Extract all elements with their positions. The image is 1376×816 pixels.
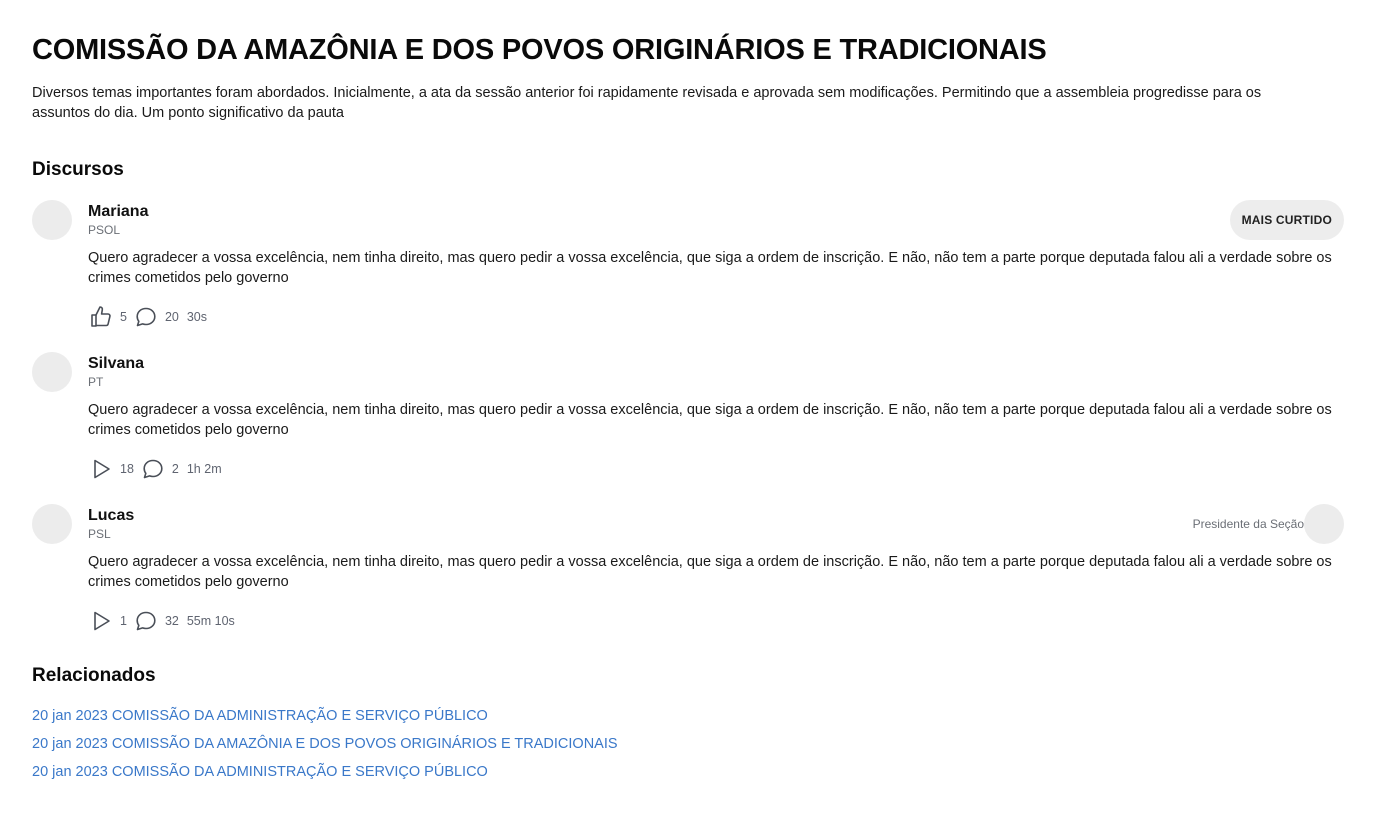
president-label: Presidente da Seção xyxy=(1192,517,1304,531)
comment-count: 2 xyxy=(171,462,179,476)
reaction-count: 5 xyxy=(120,310,127,324)
speech-meta: 1 32 55m 10s xyxy=(88,608,1344,634)
session-description: Diversos temas importantes foram abordad… xyxy=(32,85,1262,121)
speech-item[interactable]: Mariana PSOL Quero agradecer a vossa exc… xyxy=(32,200,1344,330)
relacionados-heading: Relacionados xyxy=(32,665,156,686)
play-icon[interactable] xyxy=(88,456,114,482)
speech-meta: 18 2 1h 2m xyxy=(88,456,1344,482)
speech-duration: 55m 10s xyxy=(186,614,235,628)
speech-text: Quero agradecer a vossa excelência, nem … xyxy=(88,250,1332,286)
speech-duration: 1h 2m xyxy=(186,462,222,476)
related-link[interactable]: 20 jan 2023 COMISSÃO DA AMAZÔNIA E DOS P… xyxy=(32,734,1344,754)
comment-icon[interactable] xyxy=(140,456,166,482)
speech-meta: 5 20 30s xyxy=(88,304,1344,330)
related-link[interactable]: 20 jan 2023 COMISSÃO DA ADMINISTRAÇÃO E … xyxy=(32,706,1344,726)
comment-count: 32 xyxy=(164,614,179,628)
speech-text: Quero agradecer a vossa excelência, nem … xyxy=(88,554,1332,590)
related-list: 20 jan 2023 COMISSÃO DA ADMINISTRAÇÃO E … xyxy=(32,706,1344,782)
speech-duration: 30s xyxy=(186,310,208,324)
avatar[interactable] xyxy=(32,504,72,544)
speaker-name[interactable]: Silvana xyxy=(88,354,1344,374)
speech-item[interactable]: Silvana PT Quero agradecer a vossa excel… xyxy=(32,352,1344,482)
speech-text: Quero agradecer a vossa excelência, nem … xyxy=(88,402,1332,438)
avatar[interactable] xyxy=(32,352,72,392)
discursos-heading: Discursos xyxy=(32,159,124,180)
page-title: COMISSÃO DA AMAZÔNIA E DOS POVOS ORIGINÁ… xyxy=(32,34,1047,66)
speaker-party: PT xyxy=(88,375,104,389)
session-president: Presidente da Seção xyxy=(1193,504,1344,544)
thumbs-up-icon[interactable] xyxy=(88,304,114,330)
speaker-name[interactable]: Mariana xyxy=(88,202,1344,222)
president-avatar[interactable] xyxy=(1304,504,1344,544)
session-page: COMISSÃO DA AMAZÔNIA E DOS POVOS ORIGINÁ… xyxy=(0,0,1376,782)
avatar[interactable] xyxy=(32,200,72,240)
comment-count: 20 xyxy=(164,310,179,324)
speaker-party: PSOL xyxy=(88,223,121,237)
speech-item[interactable]: Lucas PSL Quero agradecer a vossa excelê… xyxy=(32,504,1344,634)
play-count: 18 xyxy=(120,462,134,476)
play-count: 1 xyxy=(120,614,127,628)
speaker-party: PSL xyxy=(88,527,111,541)
comment-icon[interactable] xyxy=(133,304,159,330)
play-icon[interactable] xyxy=(88,608,114,634)
related-link[interactable]: 20 jan 2023 COMISSÃO DA ADMINISTRAÇÃO E … xyxy=(32,762,1344,782)
comment-icon[interactable] xyxy=(133,608,159,634)
speaker-name[interactable]: Lucas xyxy=(88,506,1344,526)
most-liked-badge: MAIS CURTIDO xyxy=(1229,200,1344,240)
